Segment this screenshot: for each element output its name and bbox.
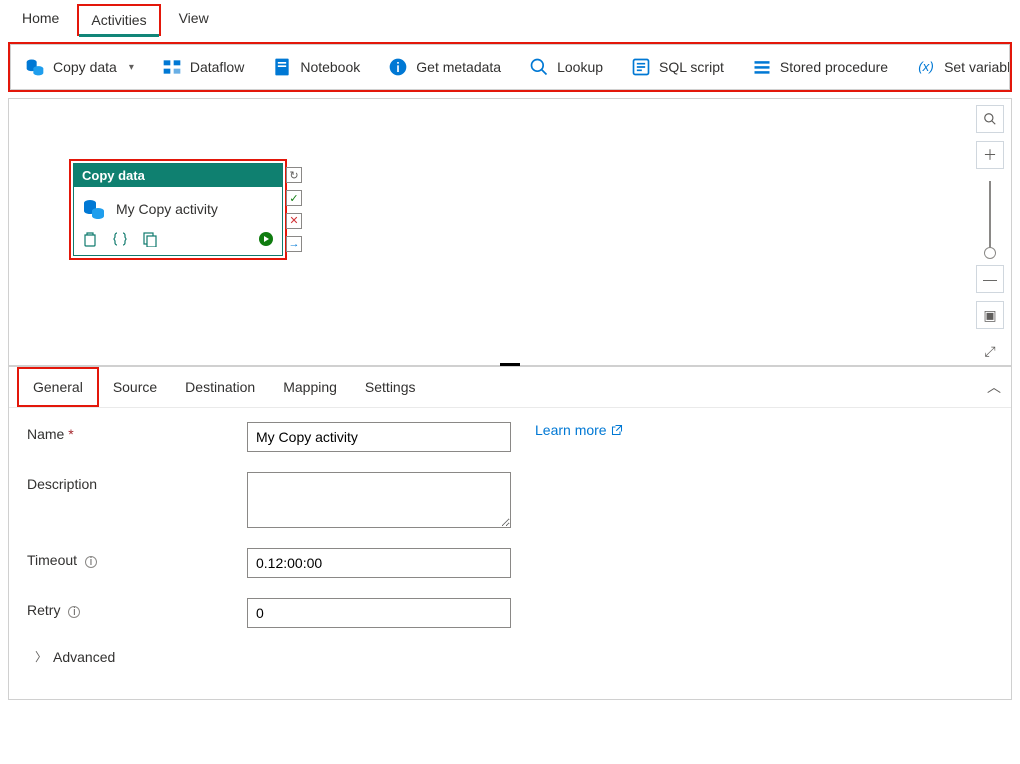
pane-drag-handle[interactable] (500, 363, 520, 366)
variable-icon: (x) (916, 57, 936, 77)
props-tab-destination[interactable]: Destination (171, 369, 269, 405)
ribbon-label: SQL script (659, 59, 724, 75)
fit-to-screen-button[interactable]: ▣ (976, 301, 1004, 329)
ribbon-get-metadata[interactable]: Get metadata (374, 45, 515, 89)
ribbon-copy-data[interactable]: Copy data ▾ (11, 45, 148, 89)
chevron-right-icon: 〉 (35, 648, 47, 665)
external-link-icon (611, 424, 623, 436)
fit-icon: ▣ (983, 307, 996, 324)
delete-icon[interactable] (82, 231, 98, 247)
list-icon (752, 57, 772, 77)
description-label: Description (27, 472, 247, 492)
timeout-label: Timeout i (27, 548, 247, 568)
zoom-slider[interactable] (989, 181, 991, 253)
advanced-toggle[interactable]: 〉 Advanced (27, 648, 993, 665)
ribbon-label: Set variable (944, 59, 1010, 75)
retry-icon[interactable]: ↻ (286, 167, 302, 183)
tab-home[interactable]: Home (10, 4, 71, 36)
activity-node-highlight: Copy data My Copy activity ↻ ✓ ✕ → (69, 159, 287, 260)
retry-input[interactable] (247, 598, 511, 628)
search-icon (983, 112, 997, 126)
ribbon-lookup[interactable]: Lookup (515, 45, 617, 89)
info-icon[interactable]: i (85, 556, 97, 568)
pipeline-canvas[interactable]: Copy data My Copy activity ↻ ✓ ✕ → ＋ (8, 98, 1012, 366)
ribbon-label: Copy data (53, 59, 117, 75)
zoom-slider-thumb[interactable] (984, 247, 996, 259)
activities-ribbon: Copy data ▾ Dataflow Notebook Get metada… (10, 44, 1010, 90)
braces-icon[interactable] (112, 231, 128, 247)
info-icon[interactable]: i (68, 606, 80, 618)
ribbon-sql-script[interactable]: SQL script (617, 45, 738, 89)
general-form: Name * Learn more Description Timeout i … (9, 408, 1011, 679)
ribbon-label: Notebook (300, 59, 360, 75)
skip-arrow-icon[interactable]: → (286, 236, 302, 252)
zoom-in-button[interactable]: ＋ (976, 141, 1004, 169)
label-text: Retry (27, 602, 60, 618)
props-tab-mapping[interactable]: Mapping (269, 369, 351, 405)
required-asterisk: * (68, 426, 73, 442)
label-text: Timeout (27, 552, 77, 568)
chevron-up-icon: ︿ (987, 379, 1001, 395)
name-input[interactable] (247, 422, 511, 452)
tab-view[interactable]: View (167, 4, 221, 36)
activities-ribbon-highlight: Copy data ▾ Dataflow Notebook Get metada… (8, 42, 1012, 92)
ribbon-set-variable[interactable]: (x) Set variable (902, 45, 1010, 89)
properties-pane: General Source Destination Mapping Setti… (8, 366, 1012, 700)
top-tabs: Home Activities View (0, 0, 1020, 36)
search-icon (529, 57, 549, 77)
ribbon-stored-procedure[interactable]: Stored procedure (738, 45, 902, 89)
properties-tabs: General Source Destination Mapping Setti… (9, 367, 1011, 408)
timeout-input[interactable] (247, 548, 511, 578)
label-text: Name (27, 426, 64, 442)
node-name: My Copy activity (116, 201, 218, 217)
node-header: Copy data (74, 164, 282, 187)
props-tab-settings[interactable]: Settings (351, 369, 430, 405)
ribbon-label: Stored procedure (780, 59, 888, 75)
minus-icon: — (983, 271, 997, 287)
failure-x-icon[interactable]: ✕ (286, 213, 302, 229)
search-button[interactable] (976, 105, 1004, 133)
database-icon (82, 197, 106, 221)
database-icon (25, 57, 45, 77)
ribbon-dataflow[interactable]: Dataflow (148, 45, 258, 89)
svg-text:(x): (x) (918, 59, 934, 74)
advanced-label: Advanced (53, 649, 115, 665)
zoom-out-button[interactable]: — (976, 265, 1004, 293)
expand-button[interactable]: ⤢ (976, 337, 1004, 365)
canvas-controls: ＋ — ▣ ⤢ (975, 105, 1005, 365)
link-text: Learn more (535, 422, 607, 438)
info-icon (388, 57, 408, 77)
dataflow-icon (162, 57, 182, 77)
name-label: Name * (27, 422, 247, 442)
success-check-icon[interactable]: ✓ (286, 190, 302, 206)
run-arrow-icon[interactable] (258, 231, 274, 247)
props-tab-general[interactable]: General (17, 367, 99, 407)
learn-more-link[interactable]: Learn more (535, 422, 623, 438)
expand-icon: ⤢ (984, 343, 995, 360)
copy-icon[interactable] (142, 231, 158, 247)
plus-icon: ＋ (983, 145, 997, 165)
tab-activities[interactable]: Activities (77, 4, 160, 36)
description-input[interactable] (247, 472, 511, 528)
collapse-pane-button[interactable]: ︿ (987, 377, 1001, 397)
ribbon-label: Lookup (557, 59, 603, 75)
copy-data-activity-node[interactable]: Copy data My Copy activity ↻ ✓ ✕ → (73, 163, 283, 256)
ribbon-notebook[interactable]: Notebook (258, 45, 374, 89)
retry-label: Retry i (27, 598, 247, 618)
props-tab-source[interactable]: Source (99, 369, 171, 405)
ribbon-label: Dataflow (190, 59, 244, 75)
sql-icon (631, 57, 651, 77)
chevron-down-icon: ▾ (129, 62, 134, 73)
ribbon-label: Get metadata (416, 59, 501, 75)
notebook-icon (272, 57, 292, 77)
